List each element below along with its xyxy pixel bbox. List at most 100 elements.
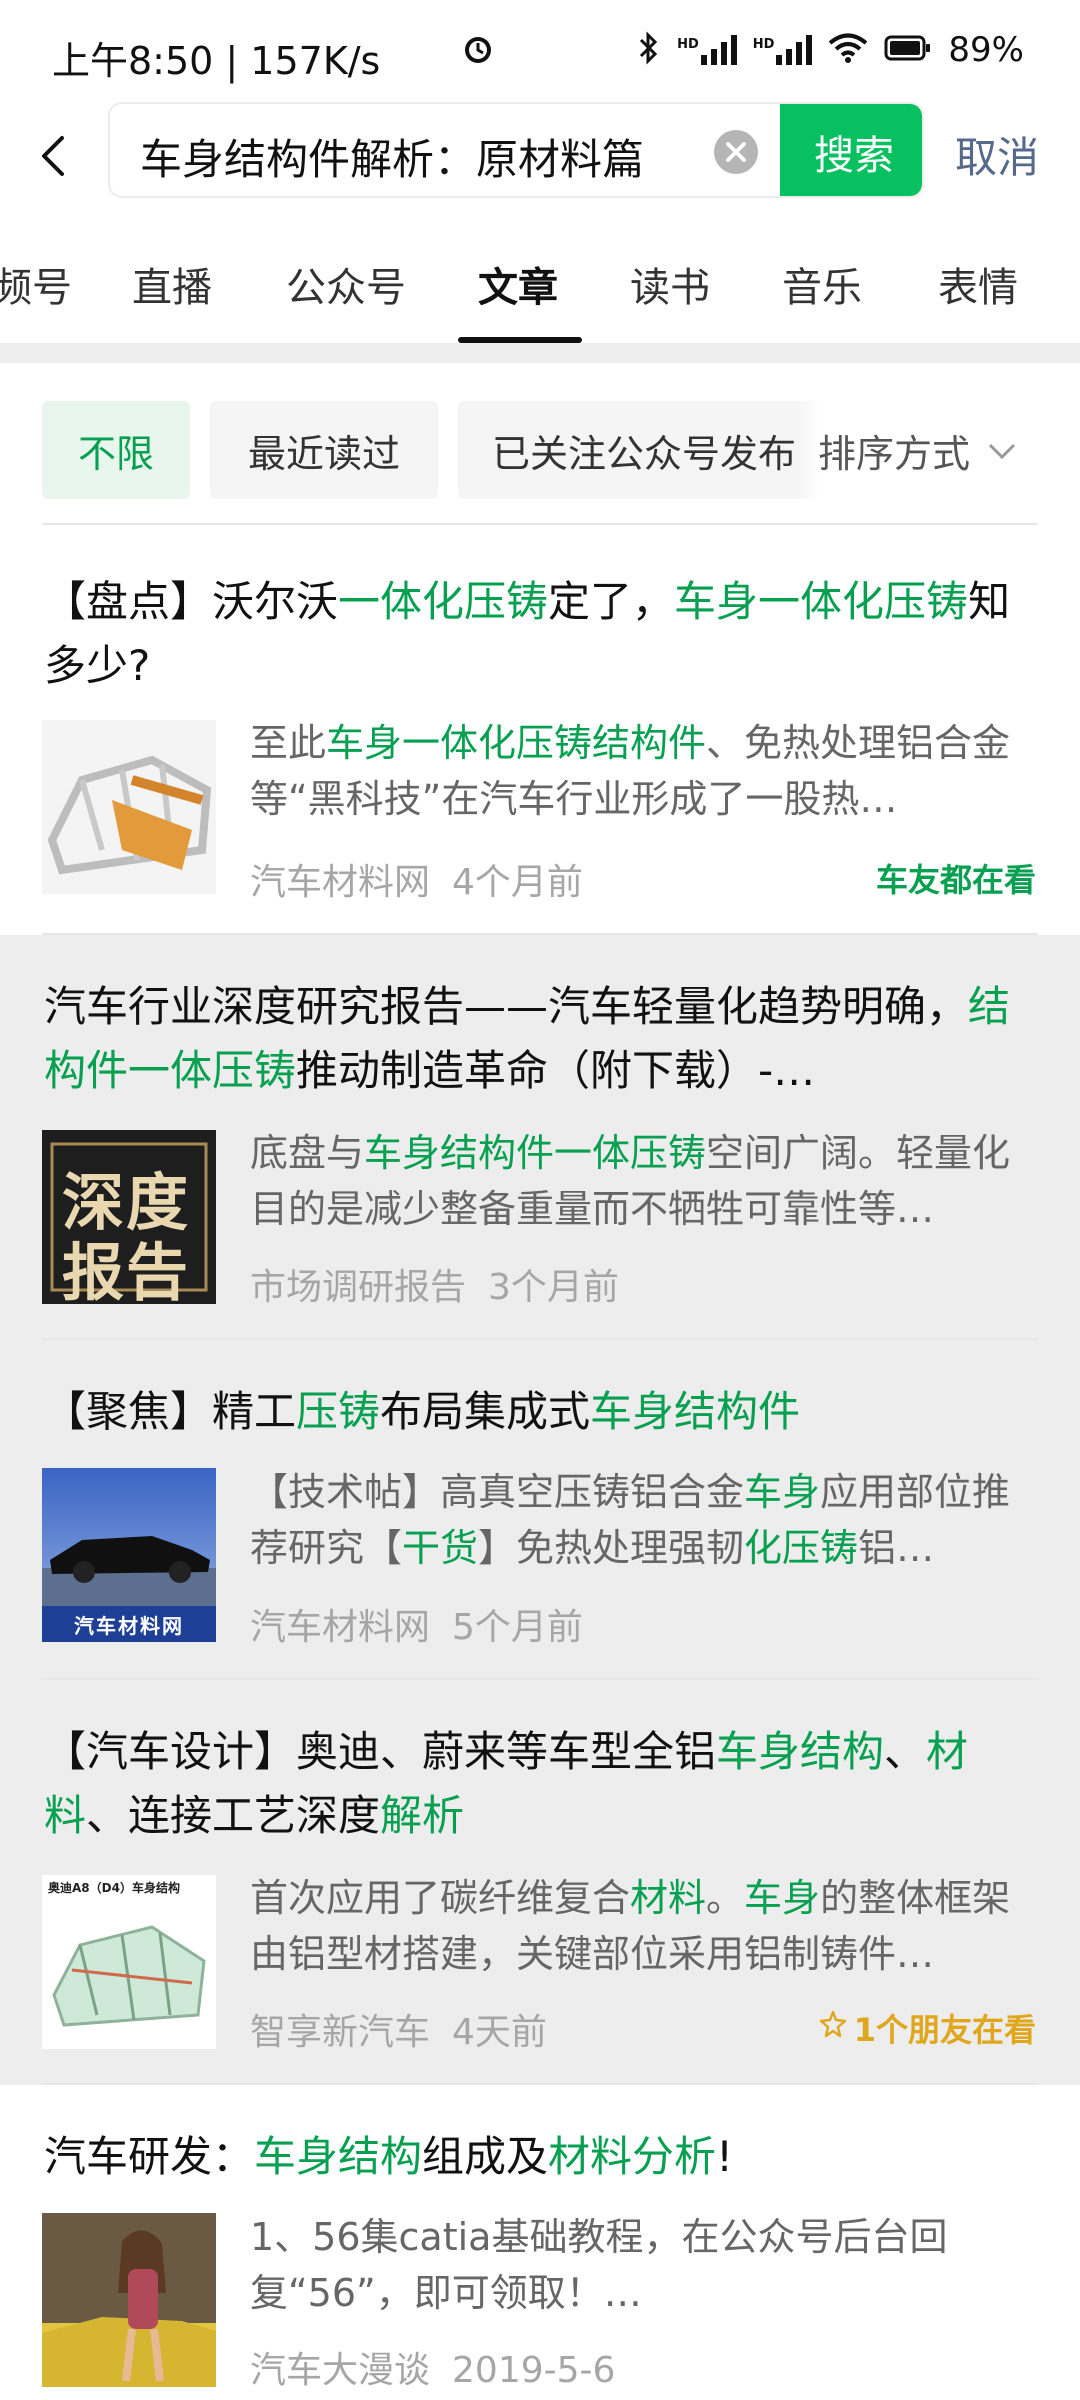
highlight-text: 车身一体化压铸 — [674, 577, 969, 626]
card-divider — [42, 523, 1038, 525]
article-time: 2019-5-6 — [452, 2350, 616, 2391]
text-segment: 【盘点】沃尔沃 — [44, 577, 339, 626]
highlight-text: 车身结构 — [716, 1727, 885, 1776]
sort-label: 排序方式 — [818, 431, 971, 476]
article-title[interactable]: 【汽车设计】奥迪、蔚来等车型全铝车身结构、材料、连接工艺深度解析 — [44, 1720, 1044, 1848]
text-segment: 【技术帖】高真空压铸铝合金 — [250, 1470, 745, 1514]
text-segment: 底盘与 — [250, 1131, 365, 1175]
text-segment: 布局集成式 — [380, 1387, 591, 1436]
status-bar: 上午8:50 | 157K/s HD HD 89% — [0, 0, 1080, 100]
sort-dropdown[interactable]: 排序方式 — [800, 401, 1080, 499]
tab-stickers[interactable]: 表情 — [938, 255, 1018, 313]
article-result-card[interactable]: 【盘点】沃尔沃一体化压铸定了，车身一体化压铸知多少? 至此车身一体化压铸结构件、免… — [0, 525, 1080, 935]
badge-label: 车友都在看 — [875, 861, 1036, 899]
tab-channels[interactable]: 频号 — [0, 255, 72, 313]
clear-search-icon[interactable] — [714, 130, 758, 174]
highlight-text: 车身结构 — [254, 2132, 423, 2181]
status-time: 上午8:50 | 157K/s — [52, 39, 381, 83]
highlight-text: 一体化压铸 — [338, 577, 549, 626]
wifi-icon — [828, 32, 868, 68]
article-result-card[interactable]: 汽车行业深度研究报告——汽车轻量化趋势明确，结构件一体压铸推动制造革命（附下载）… — [0, 935, 1080, 1340]
article-source[interactable]: 汽车大漫谈 — [250, 2350, 430, 2391]
tab-books[interactable]: 读书 — [630, 255, 710, 313]
article-title[interactable]: 【聚焦】精工压铸布局集成式车身结构件 — [44, 1380, 1044, 1444]
article-title[interactable]: 汽车行业深度研究报告——汽车轻量化趋势明确，结构件一体压铸推动制造革命（附下载）… — [44, 975, 1044, 1103]
search-query[interactable]: 车身结构件解析：原材料篇 — [140, 126, 644, 187]
search-button[interactable]: 搜索 — [780, 104, 922, 196]
article-result-card[interactable]: 【汽车设计】奥迪、蔚来等车型全铝车身结构、材料、连接工艺深度解析奥迪A8（D4）… — [0, 1680, 1080, 2085]
article-source[interactable]: 市场调研报告 — [250, 1267, 466, 1308]
filter-chip-followed-accounts[interactable]: 已关注公众号发布 — [458, 401, 818, 499]
search-bar: 车身结构件解析：原材料篇 搜索 取消 — [0, 100, 1080, 220]
article-summary: 底盘与车身结构件一体压铸空间广阔。轻量化目的是减少整备重量而不牺牲可靠性等… — [250, 1125, 1040, 1237]
sparkle-icon — [818, 2009, 848, 2047]
article-result-card[interactable]: 【聚焦】精工压铸布局集成式车身结构件 汽车材料网 【技术帖】高真空压铸铝合金车身应用… — [0, 1340, 1080, 1680]
highlight-text: 车身一体化压铸结构件 — [326, 721, 707, 765]
audi-body-diagram-image: 奥迪A8（D4）车身结构 — [42, 1875, 216, 2049]
text-segment: 推动制造革命（附下载）-… — [296, 1046, 816, 1095]
highlight-text: 车身结构件一体压铸 — [364, 1131, 707, 1175]
filter-chip-all[interactable]: 不限 — [42, 401, 190, 499]
article-summary: 【技术帖】高真空压铸铝合金车身应用部位推荐研究【干货】免热处理强韧化压铸铝… — [250, 1464, 1040, 1576]
section-separator — [0, 343, 1080, 363]
article-meta: 汽车材料网 5个月前 — [250, 1598, 583, 1650]
thumb-caption: 奥迪A8（D4）车身结构 — [48, 1881, 180, 1895]
tab-live[interactable]: 直播 — [132, 255, 212, 313]
text-segment: 首次应用了碳纤维复合 — [250, 1876, 631, 1920]
deep-report-image: 深度 报告 — [42, 1130, 216, 1304]
filter-bar: 不限 最近读过 已关注公众号发布 排序方式 — [0, 363, 1080, 525]
article-meta: 汽车大漫谈 2019-5-6 — [250, 2341, 615, 2393]
article-source[interactable]: 智享新汽车 — [250, 2012, 430, 2053]
tab-articles[interactable]: 文章 — [478, 255, 558, 313]
text-segment: 铝… — [858, 1526, 935, 1570]
article-summary: 至此车身一体化压铸结构件、免热处理铝合金等“黑科技”在汽车行业形成了一股热… — [250, 715, 1040, 827]
friends-reading-badge: 1个朋友在看 — [818, 2005, 1036, 2051]
highlight-text: 车身 — [744, 1876, 821, 1920]
text-segment: 1、56集catia基础教程，在公众号后台回复“56”，即可领取！… — [250, 2215, 948, 2315]
article-source[interactable]: 汽车材料网 — [250, 1607, 430, 1648]
article-time: 3个月前 — [488, 1267, 619, 1308]
badge-label: 1个朋友在看 — [853, 2011, 1036, 2049]
article-title[interactable]: 汽车研发：车身结构组成及材料分析! — [44, 2125, 1044, 2189]
article-title[interactable]: 【盘点】沃尔沃一体化压铸定了，车身一体化压铸知多少? — [44, 570, 1044, 698]
article-meta: 汽车材料网 4个月前 — [250, 853, 583, 905]
highlight-text: 解析 — [380, 1791, 465, 1840]
article-source[interactable]: 汽车材料网 — [250, 862, 430, 903]
text-segment: 定了， — [548, 577, 675, 626]
article-meta: 市场调研报告 3个月前 — [250, 1258, 619, 1310]
cancel-button[interactable]: 取消 — [955, 124, 1039, 185]
tab-music[interactable]: 音乐 — [782, 255, 862, 313]
chevron-down-icon — [984, 428, 1020, 472]
black-sedan-image: 汽车材料网 — [42, 1468, 216, 1642]
highlight-text: 材料分析 — [548, 2132, 717, 2181]
woman-car-photo-image — [42, 2213, 216, 2387]
article-summary: 1、56集catia基础教程，在公众号后台回复“56”，即可领取！… — [250, 2209, 1040, 2321]
article-meta: 智享新汽车 4天前 — [250, 2003, 547, 2055]
highlight-text: 压铸 — [296, 1387, 381, 1436]
back-icon[interactable] — [30, 124, 74, 184]
signal-2-icon: HD — [753, 35, 813, 65]
text-segment: 、连接工艺深度 — [86, 1791, 381, 1840]
highlight-text: 化压铸 — [744, 1526, 859, 1570]
text-segment: 】免热处理强韧 — [478, 1526, 745, 1570]
text-segment: 。 — [706, 1876, 745, 1920]
status-icons: HD HD 89% — [465, 30, 1024, 70]
bluetooth-icon — [637, 30, 661, 70]
article-summary: 首次应用了碳纤维复合材料。车身的整体框架由铝型材搭建，关键部位采用铝制铸件… — [250, 1870, 1040, 1982]
text-segment: 【汽车设计】奥迪、蔚来等车型全铝 — [44, 1727, 717, 1776]
battery-level: 89% — [948, 30, 1024, 70]
car-body-frame-image — [42, 720, 216, 894]
text-segment: 至此 — [250, 721, 327, 765]
article-result-card[interactable]: 汽车研发：车身结构组成及材料分析! 1、56集catia基础教程，在公众号后台回复… — [0, 2085, 1080, 2400]
filter-chip-recently-read[interactable]: 最近读过 — [210, 401, 438, 499]
tab-official-accounts[interactable]: 公众号 — [286, 255, 406, 313]
search-input[interactable]: 车身结构件解析：原材料篇 搜索 — [108, 102, 924, 198]
highlight-text: 车身结构件 — [590, 1387, 801, 1436]
highlight-text: 干货 — [402, 1526, 479, 1570]
text-segment: 汽车行业深度研究报告——汽车轻量化趋势明确， — [44, 982, 969, 1031]
text-segment: ! — [716, 2132, 733, 2181]
thumb-caption: 报告 — [62, 1236, 191, 1304]
highlight-text: 材料 — [630, 1876, 707, 1920]
friends-reading-badge: 车友都在看 — [876, 855, 1036, 901]
article-time: 4个月前 — [452, 862, 583, 903]
